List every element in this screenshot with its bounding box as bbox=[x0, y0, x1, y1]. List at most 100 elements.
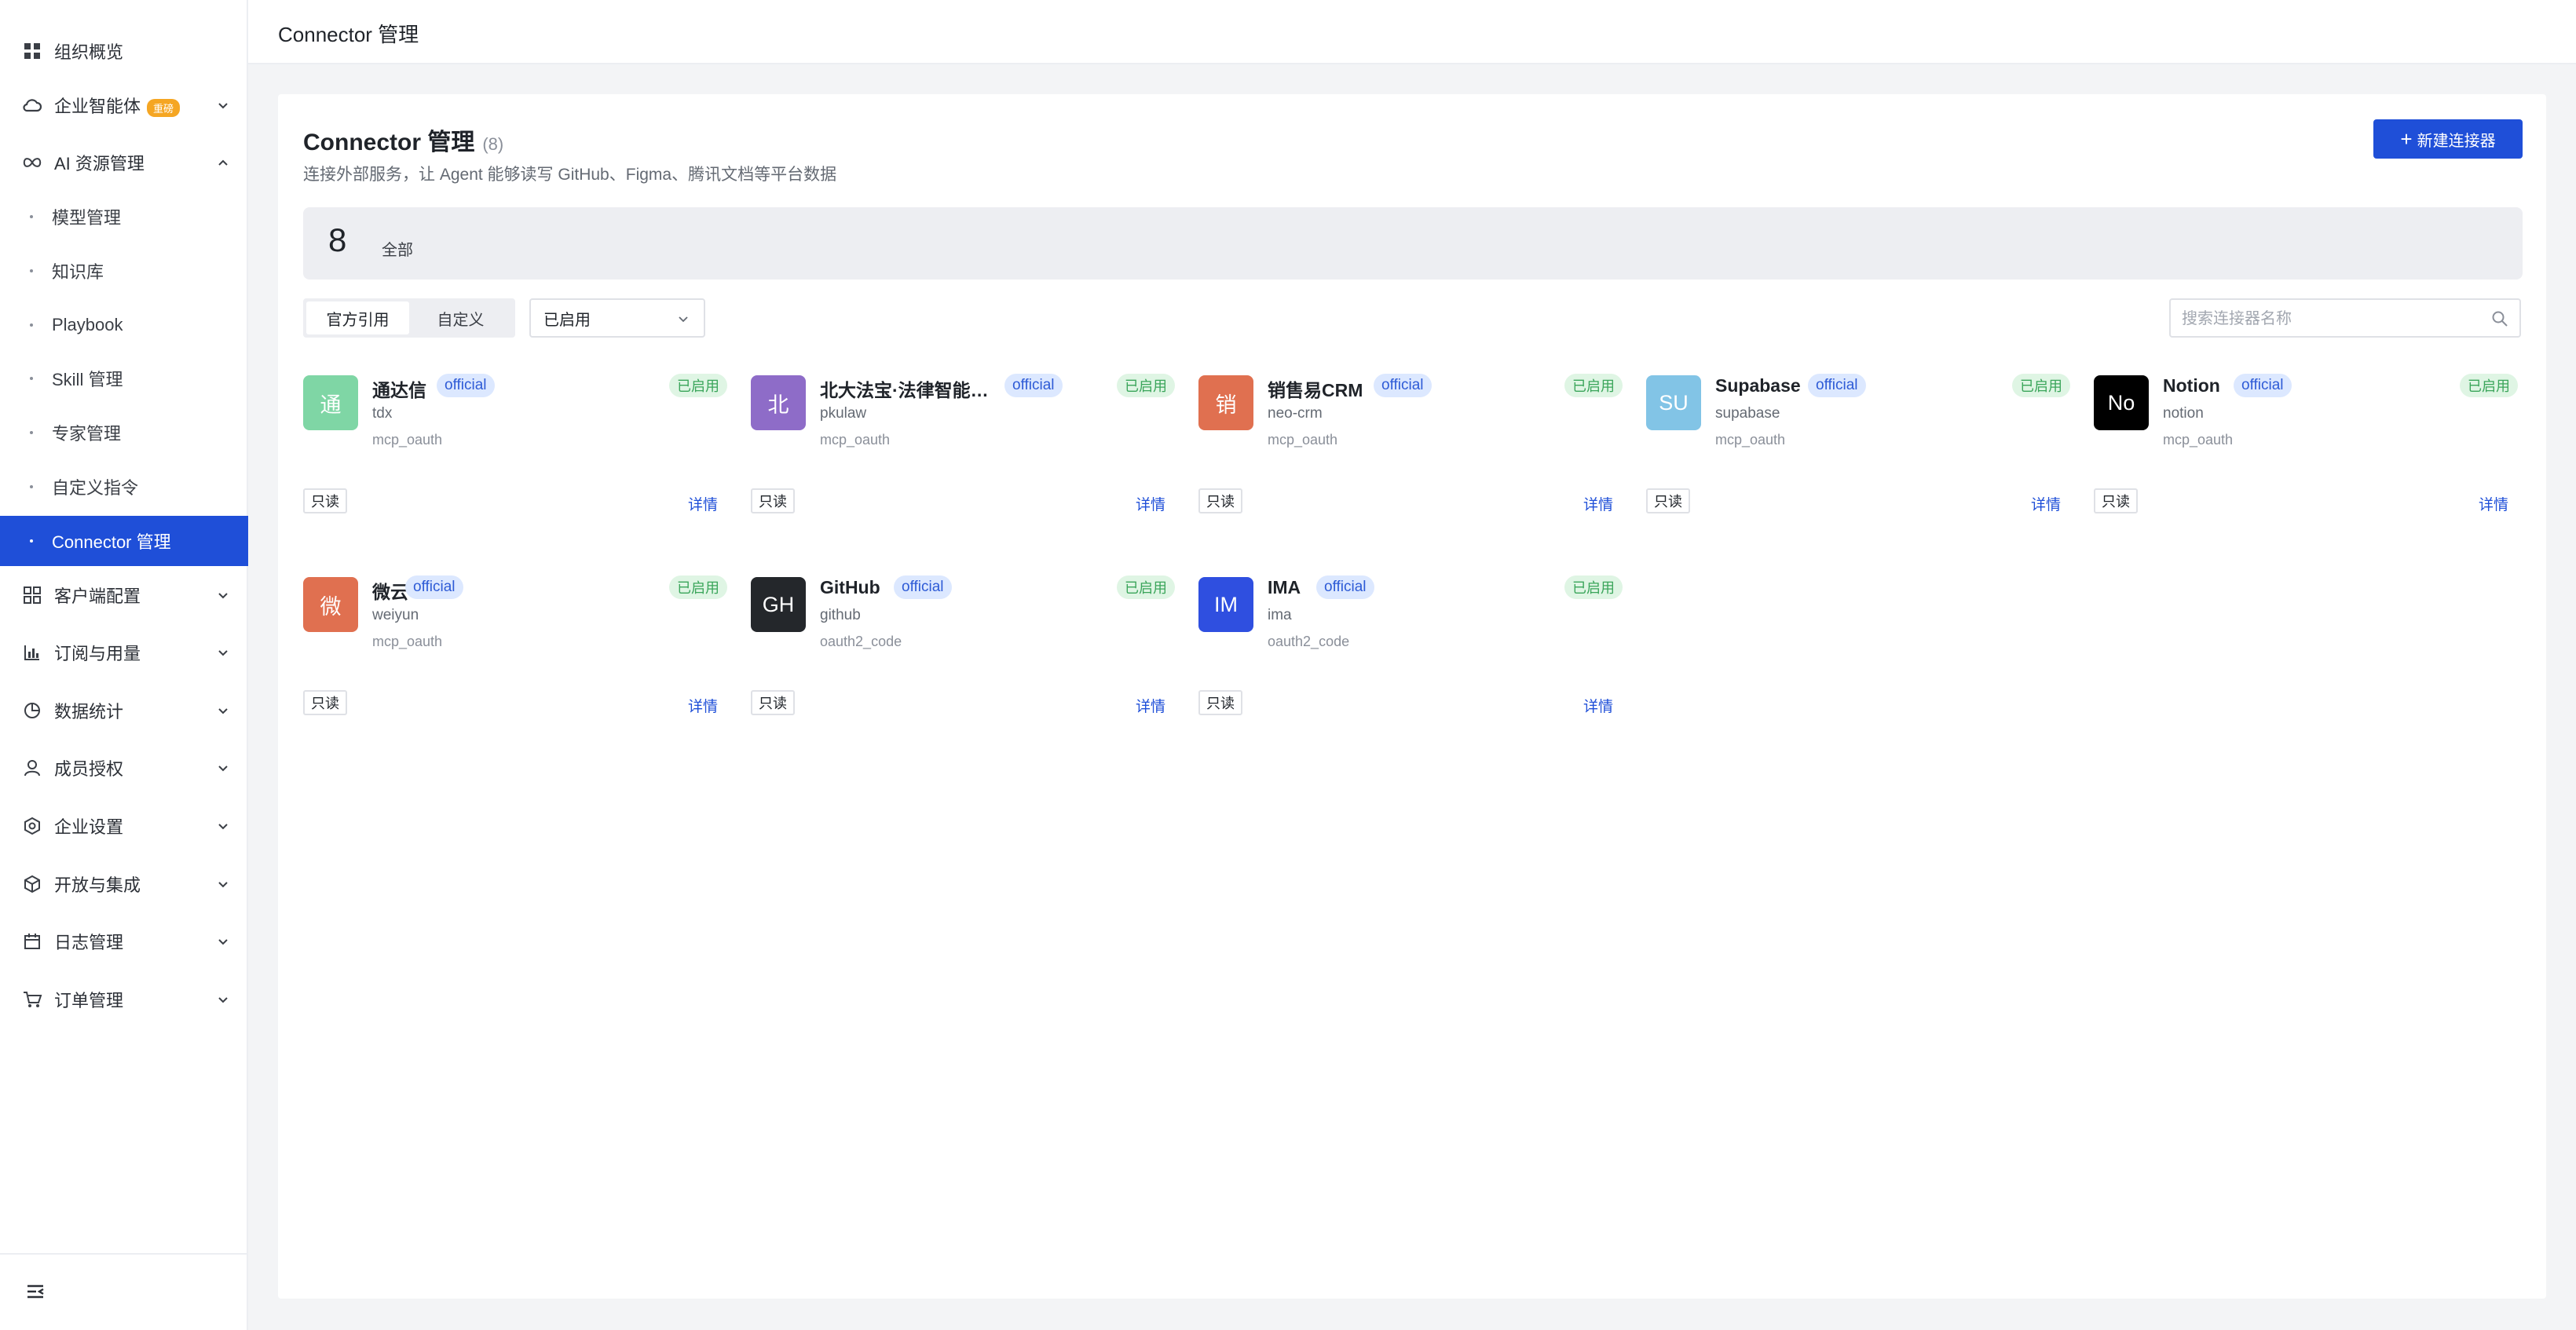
collapse-sidebar-icon[interactable] bbox=[25, 1281, 47, 1303]
sidebar-footer bbox=[0, 1253, 248, 1330]
user-icon bbox=[22, 758, 42, 778]
sidebar-subitem-connectors[interactable]: Connector 管理 bbox=[0, 516, 248, 566]
details-link[interactable]: 详情 bbox=[688, 695, 718, 716]
chevron-down-icon bbox=[215, 703, 231, 718]
official-badge: official bbox=[437, 374, 495, 397]
bullet-dot bbox=[30, 269, 33, 272]
status-badge: 已启用 bbox=[2460, 374, 2518, 397]
source-tabs: 官方引用 自定义 bbox=[303, 298, 515, 338]
connector-name: 通达信 bbox=[372, 380, 426, 400]
details-link[interactable]: 详情 bbox=[2031, 493, 2061, 514]
tab-custom[interactable]: 自定义 bbox=[409, 301, 512, 334]
sidebar-subitem-label: 模型管理 bbox=[52, 208, 122, 228]
sidebar-item-enterprise-agent[interactable]: 企业智能体 重磅 bbox=[0, 80, 248, 130]
app: 组织概览 企业智能体 重磅 AI 资源管理 模型管理 知识库 Playbook … bbox=[0, 0, 2576, 1330]
sidebar-item-org-overview[interactable]: 组织概览 bbox=[0, 26, 248, 76]
connector-auth-type: mcp_oauth bbox=[820, 432, 891, 448]
sidebar-item-label: 组织概览 bbox=[54, 42, 124, 62]
stat-total-value: 8 bbox=[328, 221, 347, 258]
status-badge: 已启用 bbox=[669, 575, 727, 599]
sidebar-subitem-custom-instructions[interactable]: 自定义指令 bbox=[0, 462, 248, 512]
new-connector-button[interactable]: + 新建连接器 bbox=[2373, 119, 2523, 159]
page-breadcrumb: Connector 管理 bbox=[278, 23, 419, 46]
sidebar-item-statistics[interactable]: 数据统计 bbox=[0, 685, 248, 736]
official-badge: official bbox=[1316, 575, 1374, 599]
connector-card[interactable]: SU Supabase official 已启用 supabase mcp_oauth 只读… bbox=[1646, 374, 2070, 556]
details-link[interactable]: 详情 bbox=[1583, 695, 1613, 716]
official-badge: official bbox=[2234, 374, 2292, 397]
chevron-down-icon bbox=[215, 587, 231, 603]
sidebar-subitem-label: 专家管理 bbox=[52, 424, 122, 444]
chevron-down-icon bbox=[215, 934, 231, 949]
access-readonly-tag: 只读 bbox=[303, 488, 347, 513]
chevron-down-icon bbox=[677, 312, 690, 325]
connector-avatar: IM bbox=[1198, 577, 1253, 632]
sidebar-item-orders[interactable]: 订单管理 bbox=[0, 974, 248, 1025]
sidebar-subitem-skills[interactable]: Skill 管理 bbox=[0, 353, 248, 404]
sidebar: 组织概览 企业智能体 重磅 AI 资源管理 模型管理 知识库 Playbook … bbox=[0, 0, 248, 1330]
connector-auth-type: mcp_oauth bbox=[372, 432, 443, 448]
connector-auth-type: oauth2_code bbox=[1268, 634, 1350, 649]
connector-card[interactable]: IM IMA official 已启用 ima oauth2_code 只读 详情 bbox=[1198, 575, 1623, 758]
connector-card[interactable]: 通通达信 official 已启用 tdx mcp_oauth 只读 详情 bbox=[303, 374, 727, 556]
details-link[interactable]: 详情 bbox=[688, 493, 718, 514]
status-badge: 已启用 bbox=[1564, 374, 1623, 397]
chevron-down-icon bbox=[215, 876, 231, 892]
sidebar-item-subscription[interactable]: 订阅与用量 bbox=[0, 627, 248, 678]
sidebar-item-integration[interactable]: 开放与集成 bbox=[0, 859, 248, 909]
connector-name: Supabase bbox=[1715, 375, 1801, 396]
sidebar-subitem-experts[interactable]: 专家管理 bbox=[0, 407, 248, 458]
status-badge: 已启用 bbox=[1564, 575, 1623, 599]
sidebar-subitem-label: Skill 管理 bbox=[52, 370, 123, 389]
search-input[interactable] bbox=[2182, 308, 2480, 330]
sidebar-item-member-auth[interactable]: 成员授权 bbox=[0, 743, 248, 793]
official-badge: official bbox=[405, 575, 463, 599]
new-connector-label: 新建连接器 bbox=[2417, 132, 2496, 150]
details-link[interactable]: 详情 bbox=[2479, 493, 2508, 514]
connector-card[interactable]: 销销售易CRM official 已启用 neo-crm mcp_oauth 只读 详情 bbox=[1198, 374, 1623, 556]
connector-name: Notion bbox=[2163, 375, 2220, 396]
connector-card[interactable]: No Notion official 已启用 notion mcp_oauth 只读 详情 bbox=[2094, 374, 2518, 556]
pie-chart-icon bbox=[22, 700, 42, 721]
sidebar-subitem-knowledge-base[interactable]: 知识库 bbox=[0, 246, 248, 296]
connector-count: (8) bbox=[482, 134, 504, 154]
chevron-down-icon bbox=[215, 97, 231, 113]
chevron-down-icon bbox=[215, 992, 231, 1007]
connector-avatar: 北 bbox=[751, 375, 806, 430]
page-subtitle: 连接外部服务，让 Agent 能够读写 GitHub、Figma、腾讯文档等平台… bbox=[303, 166, 837, 184]
sidebar-subitem-models[interactable]: 模型管理 bbox=[0, 192, 248, 242]
details-link[interactable]: 详情 bbox=[1583, 493, 1613, 514]
sidebar-item-enterprise-settings[interactable]: 企业设置 bbox=[0, 801, 248, 851]
sidebar-subitem-label: 自定义指令 bbox=[52, 478, 139, 498]
cart-icon bbox=[22, 989, 42, 1010]
calendar-icon bbox=[22, 931, 42, 952]
sidebar-subitem-label: Playbook bbox=[52, 315, 123, 334]
connector-panel: Connector 管理 (8) 连接外部服务，让 Agent 能够读写 GitH… bbox=[278, 94, 2546, 1299]
details-link[interactable]: 详情 bbox=[1136, 493, 1165, 514]
connector-card[interactable]: 北北大法宝·法律智能… official 已启用 pkulaw mcp_oauth 只读 详… bbox=[751, 374, 1175, 556]
sidebar-item-client-config[interactable]: 客户端配置 bbox=[0, 570, 248, 620]
access-readonly-tag: 只读 bbox=[1646, 488, 1690, 513]
access-readonly-tag: 只读 bbox=[1198, 488, 1242, 513]
official-badge: official bbox=[1808, 374, 1866, 397]
connector-slug: tdx bbox=[372, 405, 393, 422]
status-badge: 已启用 bbox=[669, 374, 727, 397]
connector-auth-type: mcp_oauth bbox=[372, 634, 443, 649]
status-filter-select[interactable]: 已启用 bbox=[529, 298, 705, 338]
official-badge: official bbox=[894, 575, 952, 599]
sidebar-item-ai-resources[interactable]: AI 资源管理 bbox=[0, 137, 248, 188]
details-link[interactable]: 详情 bbox=[1136, 695, 1165, 716]
sidebar-subitem-playbook[interactable]: Playbook bbox=[0, 300, 248, 350]
sidebar-subitem-label: Connector 管理 bbox=[52, 532, 171, 552]
connector-card[interactable]: GH GitHub official 已启用 github oauth2_code 只读 详情 bbox=[751, 575, 1175, 758]
sidebar-item-logs[interactable]: 日志管理 bbox=[0, 916, 248, 966]
search-icon[interactable] bbox=[2491, 310, 2508, 327]
connector-card[interactable]: 微微云 official 已启用 weiyun mcp_oauth 只读 详情 bbox=[303, 575, 727, 758]
chevron-down-icon bbox=[215, 760, 231, 776]
sidebar-item-label: 成员授权 bbox=[54, 759, 124, 779]
connector-avatar: 通 bbox=[303, 375, 358, 430]
sidebar-item-label: 客户端配置 bbox=[54, 586, 141, 606]
tab-official[interactable]: 官方引用 bbox=[306, 301, 409, 334]
stat-summary: 8 全部 bbox=[303, 207, 2523, 280]
connector-slug: neo-crm bbox=[1268, 405, 1323, 422]
